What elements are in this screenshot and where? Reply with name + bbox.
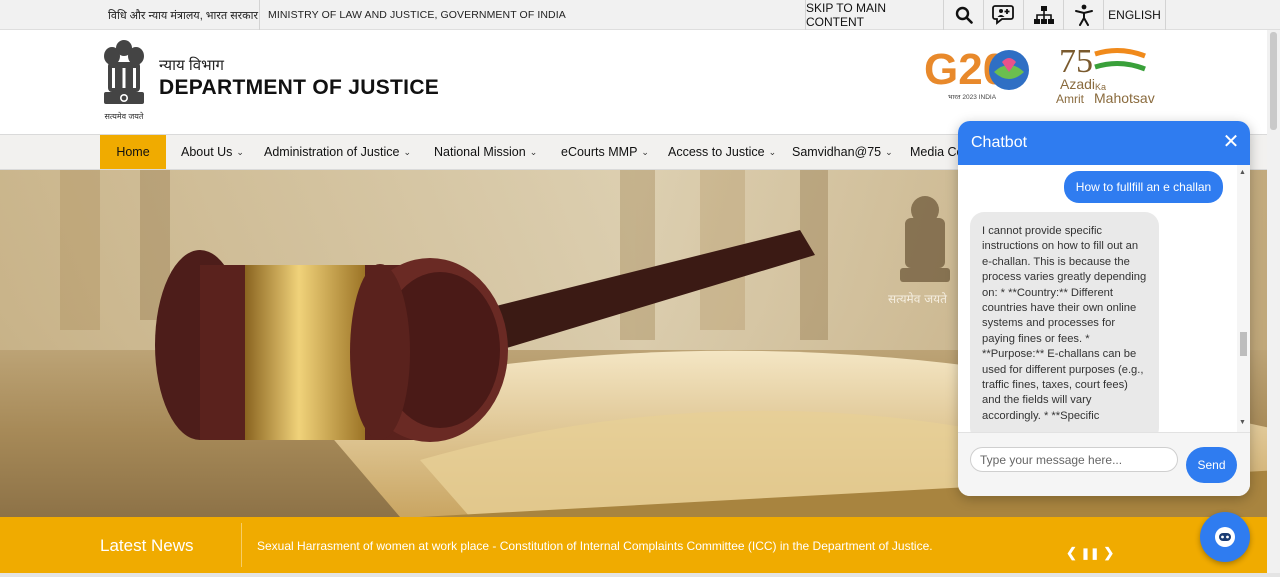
latest-news-label: Latest News [100, 536, 194, 555]
scroll-down-icon[interactable]: ▼ [1239, 419, 1246, 426]
azadi-label: Azadi [1060, 76, 1096, 92]
nav-item-access-to-justice[interactable]: Access to Justice ⌄ [668, 135, 776, 169]
sitemap-button[interactable] [1024, 0, 1064, 30]
nav-item-national-mission[interactable]: National Mission ⌄ [434, 135, 537, 169]
hero-emblem-caption: सत्यमेव जयते [888, 292, 948, 306]
nav-item-label: About Us [181, 145, 233, 159]
department-hindi-name: न्याय विभाग [159, 57, 224, 74]
nav-item-label: Access to Justice [668, 145, 765, 159]
ministry-name: MINISTRY OF LAW AND JUSTICE, GOVERNMENT … [268, 9, 566, 21]
next-icon[interactable]: ❯ [1103, 545, 1114, 561]
amrit-label: Amrit [1056, 92, 1084, 106]
news-ticker-link[interactable]: Sexual Harrasment of women at work place… [257, 539, 933, 553]
chat-scrollbar-thumb[interactable] [1240, 332, 1247, 356]
chevron-down-icon: ⌄ [236, 146, 244, 157]
chevron-down-icon: ⌄ [885, 146, 893, 157]
divider [259, 0, 260, 30]
pause-icon[interactable]: ❚❚ [1081, 547, 1099, 560]
chatbot-header: Chatbot ✕ [958, 121, 1250, 165]
chatbot-launcher-button[interactable] [1200, 512, 1250, 562]
accessibility-button[interactable] [1064, 0, 1104, 30]
language-selector[interactable]: ENGLISH [1104, 0, 1166, 30]
scroll-up-icon[interactable]: ▲ [1239, 169, 1246, 176]
chevron-down-icon: ⌄ [768, 146, 777, 157]
accessibility-icon [1074, 4, 1093, 26]
nav-item-ecourts-mmp[interactable]: eCourts MMP ⌄ [561, 135, 649, 169]
mahotsav-label: Mahotsav [1094, 90, 1155, 106]
chat-scrollbar[interactable]: ▲ ▼ [1237, 165, 1250, 432]
nav-item-home[interactable]: Home [100, 135, 166, 169]
site-header: सत्यमेव जयते न्याय विभाग DEPARTMENT OF J… [0, 30, 1280, 134]
latest-news-bar: Latest News Sexual Harrasment of women a… [0, 517, 1280, 573]
sitemap-icon [1033, 6, 1054, 24]
department-title[interactable]: DEPARTMENT OF JUSTICE [159, 76, 439, 100]
chevron-down-icon: ⌄ [403, 146, 412, 157]
user-message: How to fullfill an e challan [1064, 171, 1223, 203]
divider [241, 523, 242, 567]
svg-text:75: 75 [1059, 43, 1093, 80]
nav-item-label: Media Co [910, 145, 964, 159]
chatbot-title: Chatbot [971, 134, 1028, 151]
chat-messages: How to fullfill an e challan I cannot pr… [958, 165, 1250, 442]
nav-item-samvidhan-75[interactable]: Samvidhan@75 ⌄ [792, 135, 893, 169]
nav-item-label: National Mission [434, 145, 526, 159]
send-button[interactable]: Send [1186, 447, 1237, 483]
nav-item-administration-of-justice[interactable]: Administration of Justice ⌄ [264, 135, 411, 169]
hindi-ministry-name: विधि और न्याय मंत्रालय, भारत सरकार [108, 10, 258, 22]
chatbot-window: Chatbot ✕ How to fullfill an e challan I… [958, 121, 1250, 496]
nav-item-label: eCourts MMP [561, 145, 638, 159]
close-icon[interactable]: ✕ [1220, 131, 1242, 153]
chatbot-icon [1215, 527, 1235, 547]
nav-item-about-us[interactable]: About Us ⌄ [181, 135, 244, 169]
chevron-down-icon: ⌄ [529, 146, 538, 157]
topbar-actions: SKIP TO MAIN CONTENT ENGLISH [805, 0, 1166, 30]
nav-item-media-corner[interactable]: Media Co [910, 135, 964, 169]
nav-item-label: Administration of Justice [264, 145, 400, 159]
g20-caption: भारत 2023 INDIA [948, 94, 997, 101]
search-icon [955, 6, 973, 24]
previous-icon[interactable]: ❮ [1066, 545, 1077, 561]
top-utility-bar: विधि और न्याय मंत्रालय, भारत सरकार MINIS… [0, 0, 1280, 30]
bot-message: I cannot provide specific instructions o… [970, 212, 1159, 442]
page-scrollbar-thumb[interactable] [1270, 32, 1277, 130]
ticker-controls: ❮ ❚❚ ❯ [1066, 545, 1114, 561]
skip-to-main-content-link[interactable]: SKIP TO MAIN CONTENT [806, 0, 944, 30]
chevron-down-icon: ⌄ [641, 146, 649, 157]
nav-item-label: Home [116, 145, 150, 159]
search-button[interactable] [944, 0, 984, 30]
page-bottom-strip [0, 573, 1280, 577]
emblem-caption: सत्यमेव जयते [104, 112, 144, 121]
message-input[interactable] [970, 447, 1178, 472]
nav-item-label: Samvidhan@75 [792, 145, 882, 159]
page-scrollbar[interactable] [1267, 30, 1280, 573]
sign-language-icon [991, 5, 1014, 25]
national-emblem-logo[interactable] [98, 38, 150, 120]
sign-language-button[interactable] [984, 0, 1024, 30]
chat-input-area: Send [958, 432, 1250, 496]
